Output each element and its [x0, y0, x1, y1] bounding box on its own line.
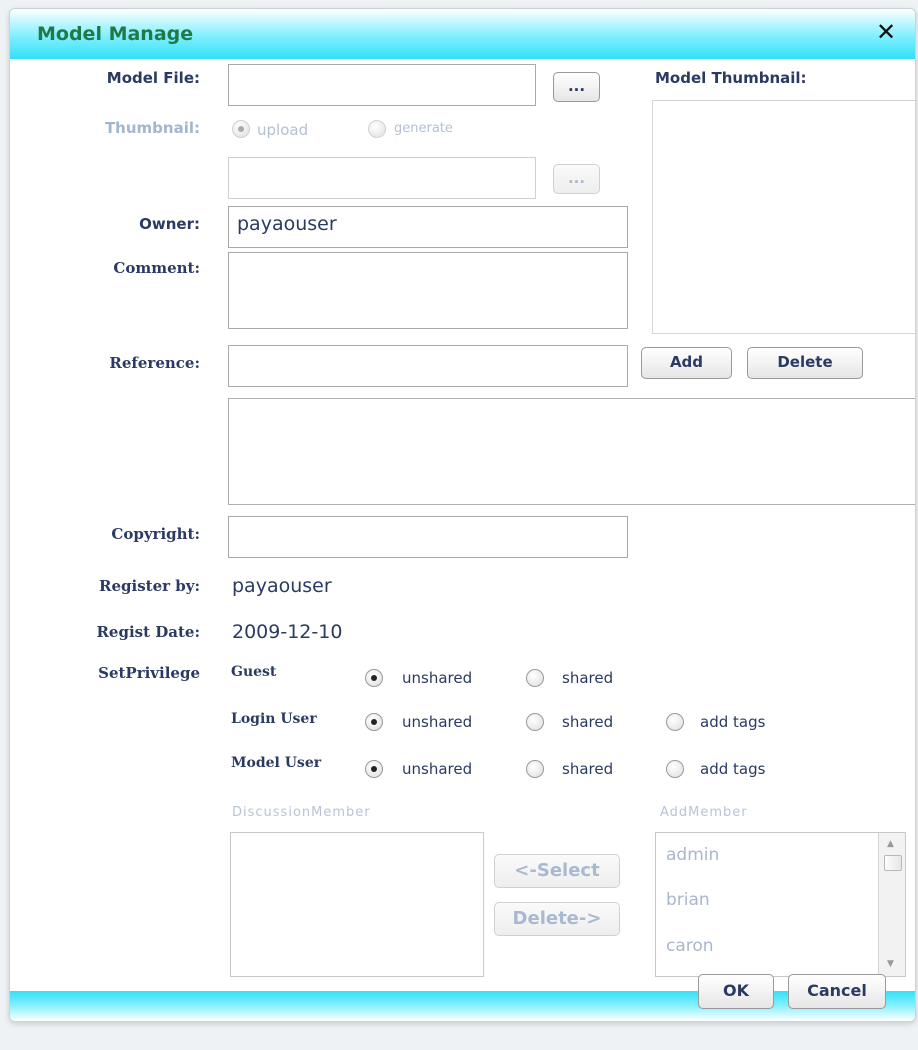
privilege-guest-label: Guest [231, 664, 277, 680]
guest-shared-text: shared [562, 669, 614, 687]
scroll-down-icon[interactable]: ▼ [887, 959, 894, 969]
thumbnail-label: Thumbnail: [104, 119, 200, 137]
owner-label: Owner: [139, 215, 200, 233]
copyright-input[interactable] [228, 516, 628, 558]
close-icon[interactable]: ✕ [876, 19, 896, 45]
login-user-shared-radio[interactable] [526, 713, 544, 731]
model-user-shared-text: shared [562, 760, 614, 778]
model-file-input[interactable] [228, 64, 536, 106]
list-item[interactable]: brian [666, 890, 710, 910]
thumbnail-browse-button[interactable]: ... [553, 164, 600, 194]
ok-button[interactable]: OK [698, 974, 774, 1009]
model-user-shared-radio[interactable] [526, 760, 544, 778]
add-member-list[interactable]: admin brian caron ▲ ▼ [655, 832, 906, 977]
login-user-unshared-radio[interactable] [365, 713, 383, 731]
thumbnail-file-input[interactable] [228, 157, 536, 199]
cancel-button[interactable]: Cancel [788, 974, 886, 1009]
register-by-value: payaouser [232, 575, 332, 597]
regist-date-value: 2009-12-10 [232, 621, 343, 643]
list-item[interactable]: admin [666, 845, 719, 865]
model-manage-dialog: Model Manage ✕ Model File: ... Model Thu… [9, 8, 916, 1022]
set-privilege-label: SetPrivilege [98, 664, 200, 682]
list-item[interactable]: caron [666, 936, 714, 956]
scroll-thumb[interactable] [884, 855, 902, 871]
title-bar[interactable]: Model Manage ✕ [10, 9, 915, 59]
thumbnail-generate-text: generate [394, 121, 453, 136]
add-member-label: AddMember [660, 805, 748, 820]
model-thumbnail-preview [652, 100, 915, 334]
comment-textarea[interactable] [228, 252, 628, 329]
copyright-label: Copyright: [111, 525, 200, 543]
model-user-unshared-radio[interactable] [365, 760, 383, 778]
regist-date-label: Regist Date: [96, 623, 200, 641]
dialog-footer [10, 991, 915, 1021]
dialog-title: Model Manage [37, 23, 194, 45]
discussion-member-list[interactable] [230, 832, 484, 977]
reference-add-button[interactable]: Add [641, 347, 732, 379]
login-user-add-tags-radio[interactable] [666, 713, 684, 731]
login-user-add-tags-text: add tags [700, 713, 766, 731]
register-by-label: Register by: [99, 577, 200, 595]
model-user-add-tags-text: add tags [700, 760, 766, 778]
model-user-add-tags-radio[interactable] [666, 760, 684, 778]
reference-list[interactable] [228, 398, 915, 505]
scroll-up-icon[interactable]: ▲ [887, 839, 894, 849]
guest-unshared-text: unshared [402, 669, 473, 687]
login-user-unshared-text: unshared [402, 713, 473, 731]
model-user-unshared-text: unshared [402, 760, 473, 778]
delete-member-button[interactable]: Delete-> [494, 902, 620, 936]
thumbnail-upload-radio[interactable] [232, 120, 250, 138]
reference-label: Reference: [109, 354, 200, 372]
model-file-browse-button[interactable]: ... [553, 72, 600, 102]
model-file-label: Model File: [106, 69, 200, 87]
owner-input[interactable]: payaouser [228, 206, 628, 248]
model-thumbnail-label: Model Thumbnail: [655, 69, 807, 87]
reference-input[interactable] [228, 345, 628, 387]
list-scrollbar[interactable]: ▲ ▼ [878, 833, 905, 976]
guest-shared-radio[interactable] [526, 669, 544, 687]
privilege-login-user-label: Login User [231, 711, 317, 727]
discussion-member-label: DiscussionMember [232, 805, 371, 820]
reference-delete-button[interactable]: Delete [747, 347, 863, 379]
thumbnail-generate-radio[interactable] [368, 120, 386, 138]
guest-unshared-radio[interactable] [365, 669, 383, 687]
comment-label: Comment: [113, 259, 200, 277]
select-member-button[interactable]: <-Select [494, 854, 620, 888]
login-user-shared-text: shared [562, 713, 614, 731]
thumbnail-upload-text: upload [257, 121, 309, 139]
privilege-model-user-label: Model User [231, 755, 322, 771]
